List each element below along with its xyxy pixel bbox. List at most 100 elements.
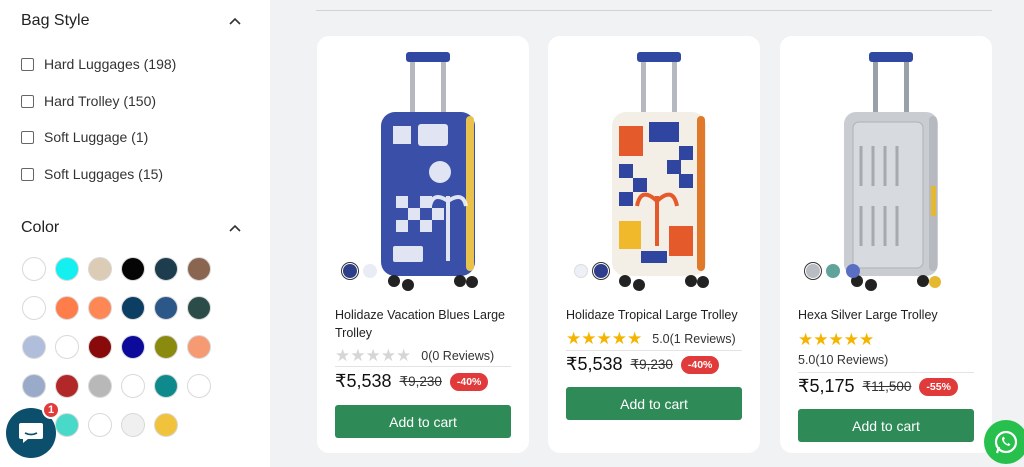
- price-row: ₹5,538 ₹9,230 -40%: [335, 371, 489, 392]
- chevron-up-icon[interactable]: [229, 17, 241, 25]
- color-swatch[interactable]: [22, 257, 46, 281]
- color-swatch[interactable]: [22, 374, 46, 398]
- discount-badge: -55%: [919, 377, 958, 396]
- color-filter-header[interactable]: Color: [21, 219, 241, 237]
- filter-option-soft-luggage[interactable]: Soft Luggage (1): [21, 129, 148, 145]
- product-name[interactable]: Hexa Silver Large Trolley: [798, 306, 978, 324]
- add-to-cart-button[interactable]: Add to cart: [335, 405, 511, 438]
- add-to-cart-button[interactable]: Add to cart: [798, 409, 974, 442]
- color-swatch[interactable]: [154, 257, 178, 281]
- color-swatch[interactable]: [88, 374, 112, 398]
- filter-sidebar: Bag Style Hard Luggages (198) Hard Troll…: [0, 0, 270, 467]
- sale-price: ₹5,538: [335, 371, 392, 391]
- color-swatch[interactable]: [154, 296, 178, 320]
- product-name[interactable]: Holidaze Vacation Blues Large Trolley: [335, 306, 515, 342]
- color-swatch[interactable]: [88, 296, 112, 320]
- star-icon: ★: [566, 329, 582, 348]
- star-icon: ★: [596, 329, 612, 348]
- star-icon: ★: [380, 346, 396, 365]
- price-row: ₹5,538 ₹9,230 -40%: [566, 354, 720, 375]
- star-icon: ★: [843, 330, 859, 349]
- color-title: Color: [21, 219, 60, 236]
- color-swatch[interactable]: [187, 257, 211, 281]
- variant-swatch[interactable]: [826, 264, 840, 278]
- color-swatch[interactable]: [88, 257, 112, 281]
- filter-option-label: Soft Luggage (1): [44, 129, 149, 145]
- star-rating-icons: ★★★★★: [798, 331, 874, 348]
- star-icon: ★: [350, 346, 366, 365]
- star-icon: ★: [828, 330, 844, 349]
- filter-option-label: Hard Trolley (150): [44, 93, 157, 109]
- star-icon: ★: [611, 329, 627, 348]
- color-swatch[interactable]: [88, 413, 112, 437]
- color-swatch[interactable]: [187, 374, 211, 398]
- star-icon: ★: [798, 330, 814, 349]
- variant-swatch[interactable]: [804, 262, 822, 280]
- color-swatch[interactable]: [121, 413, 145, 437]
- filter-option-hard-trolley[interactable]: Hard Trolley (150): [21, 93, 156, 109]
- color-swatch[interactable]: [55, 335, 79, 359]
- star-icon: ★: [365, 346, 381, 365]
- color-swatch[interactable]: [55, 374, 79, 398]
- star-icon: ★: [335, 346, 351, 365]
- whatsapp-button[interactable]: [984, 420, 1024, 464]
- add-to-cart-button[interactable]: Add to cart: [566, 387, 742, 420]
- variant-swatch[interactable]: [846, 264, 860, 278]
- sale-price: ₹5,175: [798, 376, 855, 396]
- variant-swatch[interactable]: [341, 262, 359, 280]
- rating-text: 5.0(10 Reviews): [798, 353, 889, 367]
- product-name[interactable]: Holidaze Tropical Large Trolley: [566, 306, 746, 324]
- filter-option-hard-luggages[interactable]: Hard Luggages (198): [21, 56, 176, 72]
- suitcase-image: [612, 52, 709, 291]
- star-rating-icons: ★★★★★: [566, 330, 642, 347]
- original-price: ₹9,230: [399, 373, 442, 389]
- star-icon: ★: [581, 329, 597, 348]
- checkbox[interactable]: [21, 130, 34, 144]
- divider: [316, 10, 992, 11]
- variant-swatches: [804, 262, 860, 280]
- product-image[interactable]: [780, 46, 992, 291]
- variant-swatch[interactable]: [363, 264, 377, 278]
- chevron-up-icon[interactable]: [229, 224, 241, 232]
- bag-style-filter-header[interactable]: Bag Style: [21, 12, 241, 30]
- discount-badge: -40%: [680, 355, 720, 374]
- color-swatch[interactable]: [121, 374, 145, 398]
- color-swatch[interactable]: [187, 296, 211, 320]
- color-swatch[interactable]: [55, 296, 79, 320]
- product-image[interactable]: [317, 46, 529, 291]
- color-swatch[interactable]: [121, 296, 145, 320]
- product-card[interactable]: Hexa Silver Large Trolley ★★★★★ 5.0(10 R…: [780, 36, 992, 453]
- variant-swatches: [574, 262, 610, 280]
- chat-icon: [19, 423, 43, 443]
- color-swatch[interactable]: [55, 257, 79, 281]
- color-swatch[interactable]: [88, 335, 112, 359]
- checkbox[interactable]: [21, 94, 34, 108]
- variant-swatch[interactable]: [592, 262, 610, 280]
- star-icon: ★: [396, 346, 412, 365]
- color-swatch[interactable]: [121, 257, 145, 281]
- star-rating-icons: ★★★★★: [335, 347, 411, 364]
- original-price: ₹9,230: [630, 356, 673, 372]
- checkbox[interactable]: [21, 167, 34, 181]
- star-icon: ★: [627, 329, 643, 348]
- product-image[interactable]: [548, 46, 760, 291]
- divider: [566, 350, 742, 351]
- color-swatch[interactable]: [121, 335, 145, 359]
- color-swatch[interactable]: [154, 413, 178, 437]
- checkbox[interactable]: [21, 57, 34, 71]
- variant-swatch[interactable]: [574, 264, 588, 278]
- color-swatch[interactable]: [22, 296, 46, 320]
- variant-swatches: [341, 262, 377, 280]
- color-swatch[interactable]: [154, 335, 178, 359]
- color-swatch[interactable]: [187, 335, 211, 359]
- chat-notification-badge: 1: [42, 401, 60, 419]
- color-swatch[interactable]: [154, 374, 178, 398]
- filter-option-soft-luggages[interactable]: Soft Luggages (15): [21, 166, 163, 182]
- color-swatch[interactable]: [55, 413, 79, 437]
- color-swatch[interactable]: [22, 335, 46, 359]
- product-rating: ★★★★★ 0(0 Reviews): [335, 347, 494, 364]
- product-card[interactable]: Holidaze Vacation Blues Large Trolley ★★…: [317, 36, 529, 453]
- price-row: ₹5,175 ₹11,500 -55%: [798, 376, 958, 397]
- bag-style-title: Bag Style: [21, 12, 90, 29]
- product-card[interactable]: Holidaze Tropical Large Trolley ★★★★★ 5.…: [548, 36, 760, 453]
